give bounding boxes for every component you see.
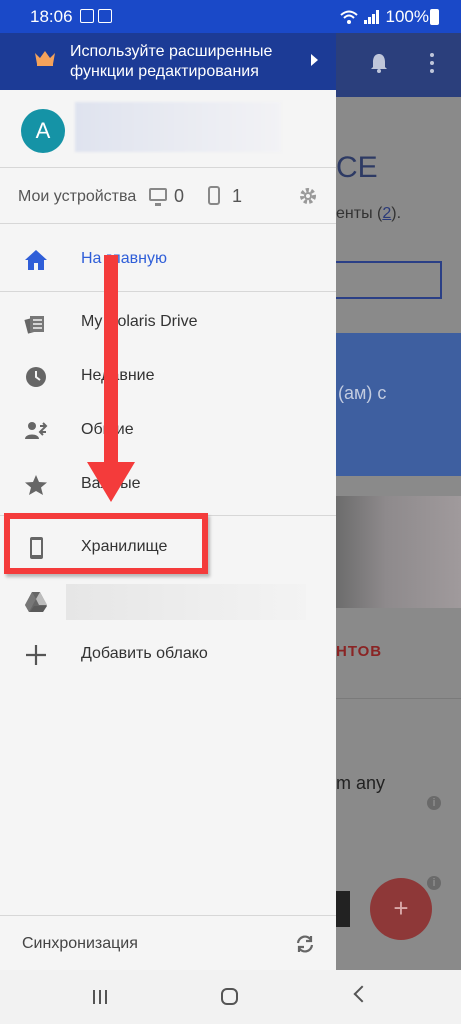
status-time: 18:06 [30, 7, 73, 26]
system-nav-bar [0, 970, 461, 1024]
screenshot-notification-icon [98, 9, 112, 23]
background-photo [336, 496, 461, 608]
home-button[interactable] [221, 988, 238, 1005]
my-devices-label: Мои устройства [18, 188, 137, 205]
info-icon: i [427, 876, 441, 890]
annotation-arrow-shaft [104, 255, 118, 465]
bell-icon [371, 54, 387, 73]
menu-item-shared[interactable]: Общие [0, 409, 336, 453]
background-heading: CE [336, 151, 378, 184]
menu-item-home[interactable]: На главную [0, 238, 336, 282]
info-icon: i [427, 796, 441, 810]
menu-item-add-cloud[interactable]: Добавить облако [0, 633, 336, 677]
divider [0, 915, 336, 916]
status-bar: 18:06 100% [0, 0, 461, 33]
background-appbar [336, 33, 461, 97]
background-divider [336, 698, 461, 699]
phone-icon [208, 186, 220, 205]
annotation-arrow-head [87, 462, 135, 502]
banner-text: Используйте расширенные функции редактир… [70, 43, 273, 80]
divider [0, 291, 336, 292]
recent-apps-button[interactable] [93, 990, 107, 1004]
background-red-text: НТОВ [336, 643, 383, 660]
avatar[interactable]: A [21, 109, 65, 153]
menu-label: My Polaris Drive [81, 313, 198, 330]
back-button[interactable] [353, 985, 371, 1003]
premium-banner[interactable]: Используйте расширенные функции редактир… [0, 33, 336, 90]
crown-icon [35, 51, 55, 66]
shared-users-icon [25, 422, 48, 439]
account-name-blurred [75, 102, 281, 152]
plus-icon [26, 645, 46, 665]
divider [0, 167, 336, 168]
menu-label: Добавить облако [81, 645, 208, 662]
documents-icon [24, 316, 44, 334]
google-drive-icon [25, 592, 47, 612]
background-app: CE енты (2). (ам) с НТОВ m any i i + [336, 33, 461, 970]
annotation-highlight-box [4, 513, 208, 574]
divider [0, 223, 336, 224]
menu-item-recent[interactable]: Недавние [0, 355, 336, 399]
notification-icons [80, 9, 112, 23]
wifi-icon [339, 10, 358, 24]
chevron-right-icon [311, 54, 318, 66]
gear-icon[interactable] [299, 187, 317, 205]
background-tooltip [336, 891, 350, 927]
background-doc-count: енты (2). [336, 205, 402, 222]
more-options-icon [430, 53, 434, 77]
signal-icon [363, 10, 379, 24]
menu-item-drive[interactable]: My Polaris Drive [0, 301, 336, 345]
background-card: (ам) с [336, 333, 461, 476]
background-text: m any [336, 773, 386, 793]
cloud-account-blurred [66, 584, 306, 620]
sync-label: Синхронизация [22, 935, 138, 952]
mobile-count: 1 [232, 186, 243, 206]
menu-item-important[interactable]: Важные [0, 463, 336, 507]
status-right: 100% [339, 7, 429, 27]
battery-percent: 100% [385, 7, 429, 26]
home-icon [25, 250, 47, 270]
battery-icon [430, 9, 439, 25]
menu-label: На главную [81, 250, 167, 267]
gallery-notification-icon [80, 9, 94, 23]
star-icon [25, 475, 47, 495]
add-fab-button: + [370, 878, 432, 940]
background-input [336, 261, 442, 299]
pc-count: 0 [174, 186, 185, 206]
clock-icon [26, 367, 46, 387]
monitor-icon [149, 188, 167, 206]
sync-icon[interactable] [294, 933, 316, 955]
